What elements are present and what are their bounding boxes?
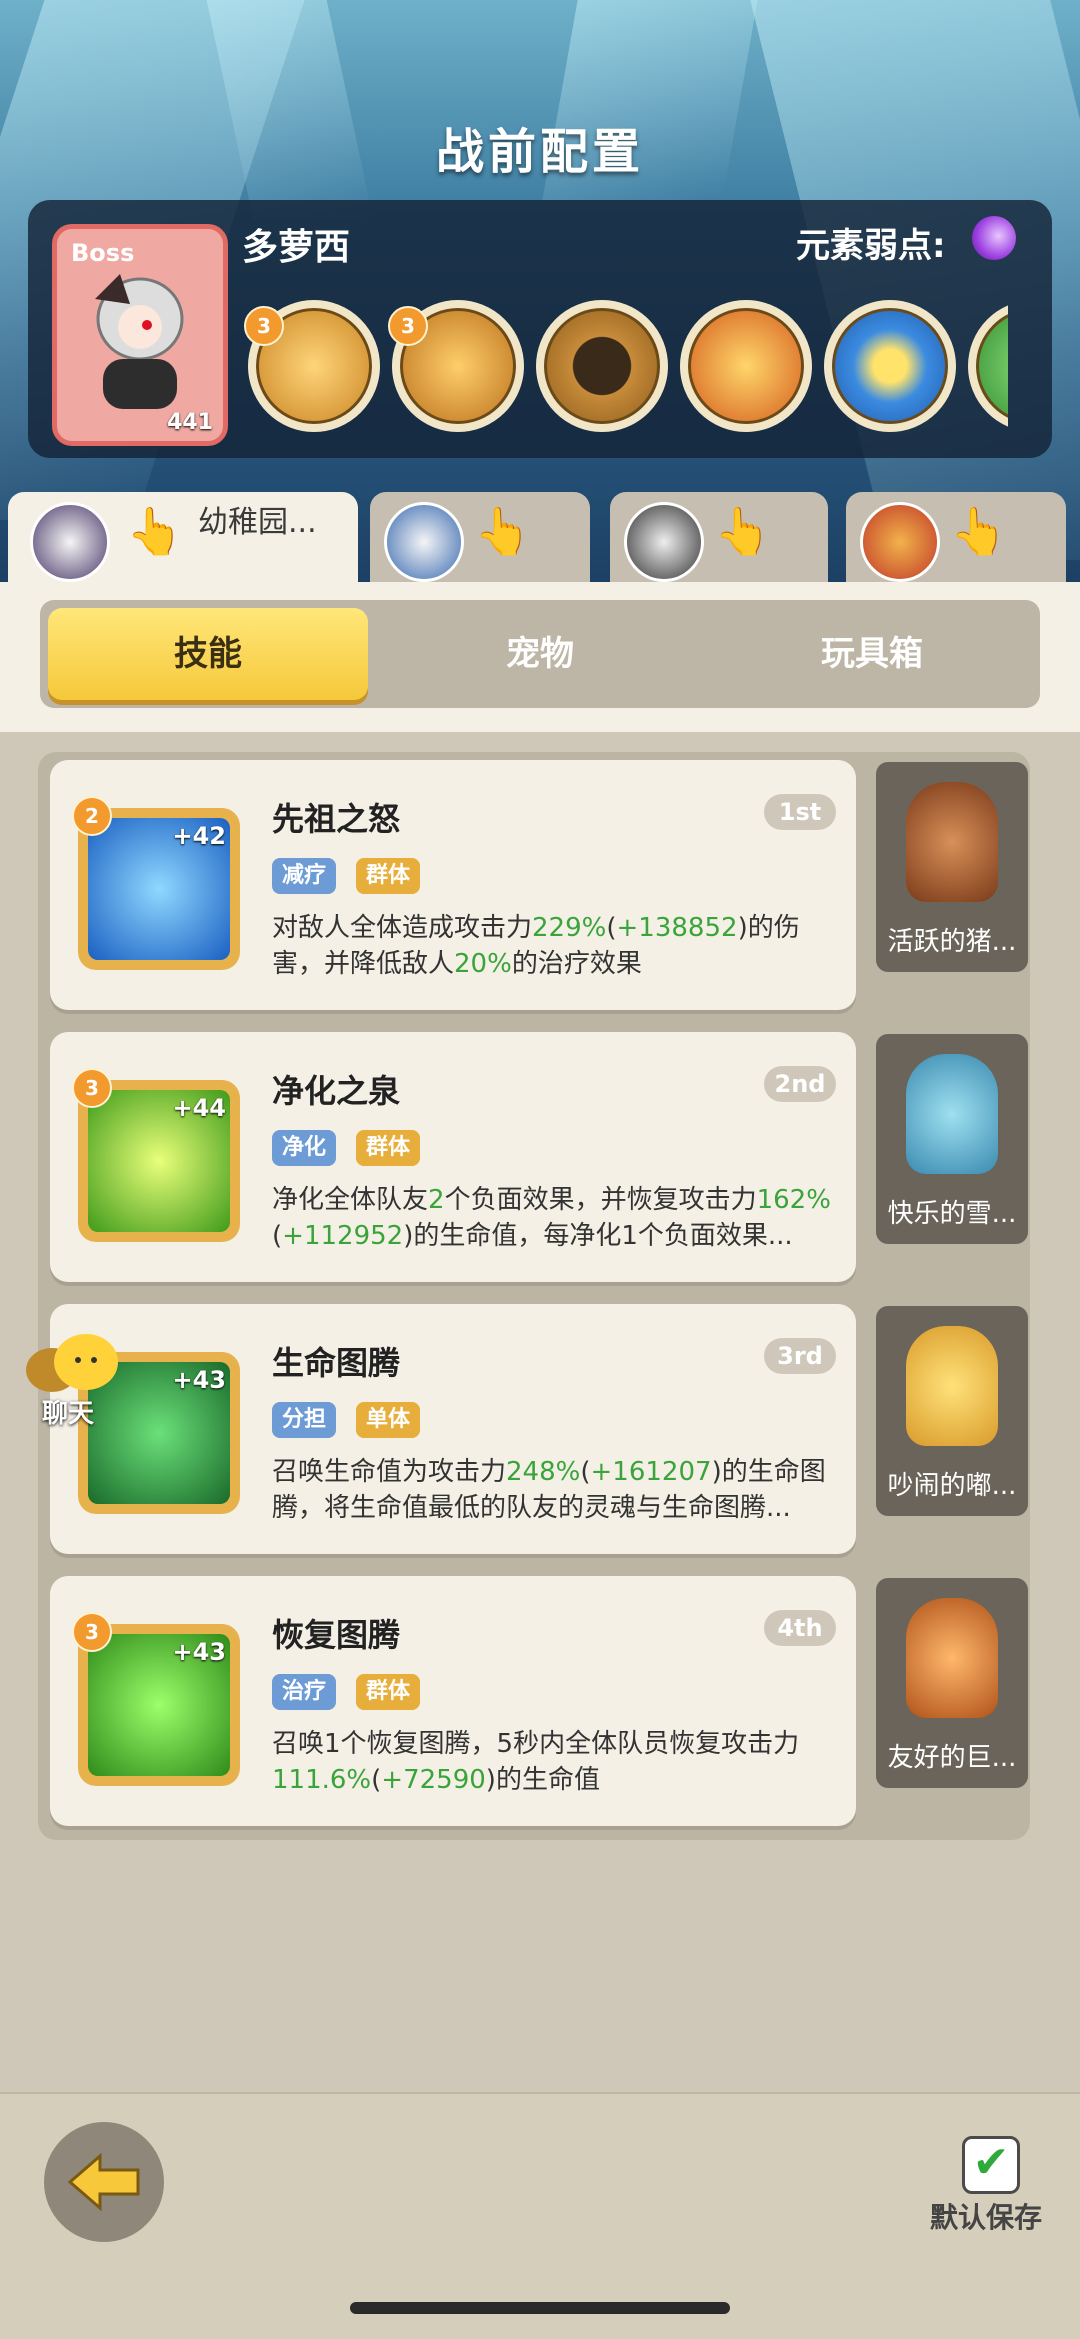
skill-description: 对敌人全体造成攻击力229%(+138852)的伤害，并降低敌人20%的治疗效果 [272, 913, 800, 979]
more-skills-partial [968, 300, 1008, 432]
skill-tag: 群体 [356, 858, 421, 894]
boss-tag: Boss [71, 239, 135, 267]
boss-name: 多萝西 [242, 227, 351, 268]
page-title: 战前配置 [435, 124, 644, 180]
skill-level-badge: 3 [388, 306, 428, 346]
skill-name: 净化之泉 [272, 1072, 401, 1110]
pet-slot[interactable]: 快乐的雪... [876, 1034, 1028, 1244]
team-tab-4[interactable]: 👆 [846, 492, 1066, 582]
skill-rank: 2nd [764, 1066, 836, 1102]
skill-tag: 群体 [356, 1130, 421, 1166]
element-weakness-label: 元素弱点: [796, 226, 946, 266]
skill-tag: 净化 [272, 1130, 337, 1166]
point-hand-icon: 👆 [950, 504, 1008, 558]
point-hand-icon: 👆 [474, 504, 532, 558]
team-tab-label: 幼稚园... [198, 505, 317, 540]
avatar [30, 502, 110, 582]
skill-level-badge: 2 [72, 796, 112, 836]
point-hand-icon: 👆 [714, 504, 772, 558]
skill-tag: 群体 [356, 1674, 421, 1710]
skill-tag: 减疗 [272, 858, 337, 894]
skill-name: 生命图腾 [272, 1344, 401, 1382]
skill-description: 召唤生命值为攻击力248%(+161207)的生命图腾，将生命值最低的队友的灵魂… [272, 1457, 826, 1523]
bird-pet-icon [906, 1326, 998, 1446]
pet-slot[interactable]: 友好的巨... [876, 1578, 1028, 1788]
back-button[interactable] [44, 2122, 164, 2242]
skill-tag: 单体 [356, 1402, 421, 1438]
team-tab-1[interactable]: 👆 幼稚园... [8, 492, 358, 582]
boar-pet-icon [906, 782, 998, 902]
tab-skills[interactable]: 技能 [48, 608, 368, 700]
hourglass-icon[interactable] [824, 300, 956, 432]
avatar [384, 502, 464, 582]
skill-level-badge: 3 [244, 306, 284, 346]
skill-rank: 4th [764, 1610, 836, 1646]
boss-level: 441 [167, 410, 213, 435]
default-save-label: 默认保存 [930, 2201, 1043, 2234]
skill-tag: 分担 [272, 1402, 337, 1438]
pet-name: 活跃的猪... [887, 927, 1017, 957]
tab-pets[interactable]: 宠物 [380, 608, 700, 700]
point-hand-icon: 👆 [126, 504, 184, 558]
pet-name: 吵闹的嘟... [887, 1471, 1017, 1501]
home-indicator [350, 2302, 730, 2314]
skill-card[interactable]: +43 3 恢复图腾 4th 治疗 群体 召唤1个恢复图腾，5秒内全体队员恢复攻… [50, 1576, 856, 1826]
skill-rank: 3rd [764, 1338, 836, 1374]
pet-name: 友好的巨... [887, 1743, 1017, 1773]
skill-plus: +44 [172, 1094, 226, 1122]
skill-card[interactable]: +43 生命图腾 3rd 分担 单体 召唤生命值为攻击力248%(+161207… [50, 1304, 856, 1554]
snow-pet-icon [906, 1054, 998, 1174]
boss-portrait[interactable]: Boss 441 [52, 224, 228, 446]
skill-name: 恢复图腾 [272, 1616, 401, 1654]
cart-pet-icon [906, 1598, 998, 1718]
back-arrow-icon [67, 2152, 140, 2212]
avatar [624, 502, 704, 582]
skill-level-badge: 3 [72, 1068, 112, 1108]
skill-plus: +42 [172, 822, 226, 850]
skill-tag: 治疗 [272, 1674, 337, 1710]
chat-bubble-icon [26, 1334, 118, 1392]
checkbox-checked-icon[interactable]: ✔ [962, 2136, 1020, 2194]
moon-element-icon [972, 216, 1016, 260]
chat-label: 聊天 [42, 1399, 95, 1429]
pet-name: 快乐的雪... [887, 1199, 1017, 1229]
skill-description: 召唤1个恢复图腾，5秒内全体队员恢复攻击力111.6%(+72590)的生命值 [272, 1729, 800, 1795]
boss-character-icon [95, 274, 184, 409]
team-tab-2[interactable]: 👆 [370, 492, 590, 582]
pet-slot[interactable]: 活跃的猪... [876, 762, 1028, 972]
skill-rank: 1st [764, 794, 836, 830]
skill-level-badge: 3 [72, 1612, 112, 1652]
fire-swirl-icon[interactable] [680, 300, 812, 432]
skill-description: 净化全体队友2个负面效果，并恢复攻击力162%(+112952)的生命值，每净化… [272, 1185, 831, 1251]
skill-card[interactable]: +42 2 先祖之怒 1st 减疗 群体 对敌人全体造成攻击力229%(+138… [50, 760, 856, 1010]
angry-shadow-icon[interactable] [536, 300, 668, 432]
skill-plus: +43 [172, 1638, 226, 1666]
skill-name: 先祖之怒 [272, 800, 401, 838]
team-tab-3[interactable]: 👆 [610, 492, 828, 582]
tab-toybox[interactable]: 玩具箱 [712, 608, 1032, 700]
skill-plus: +43 [172, 1366, 226, 1394]
pet-slot[interactable]: 吵闹的嘟... [876, 1306, 1028, 1516]
avatar [860, 502, 940, 582]
skill-card[interactable]: +44 3 净化之泉 2nd 净化 群体 净化全体队友2个负面效果，并恢复攻击力… [50, 1032, 856, 1282]
